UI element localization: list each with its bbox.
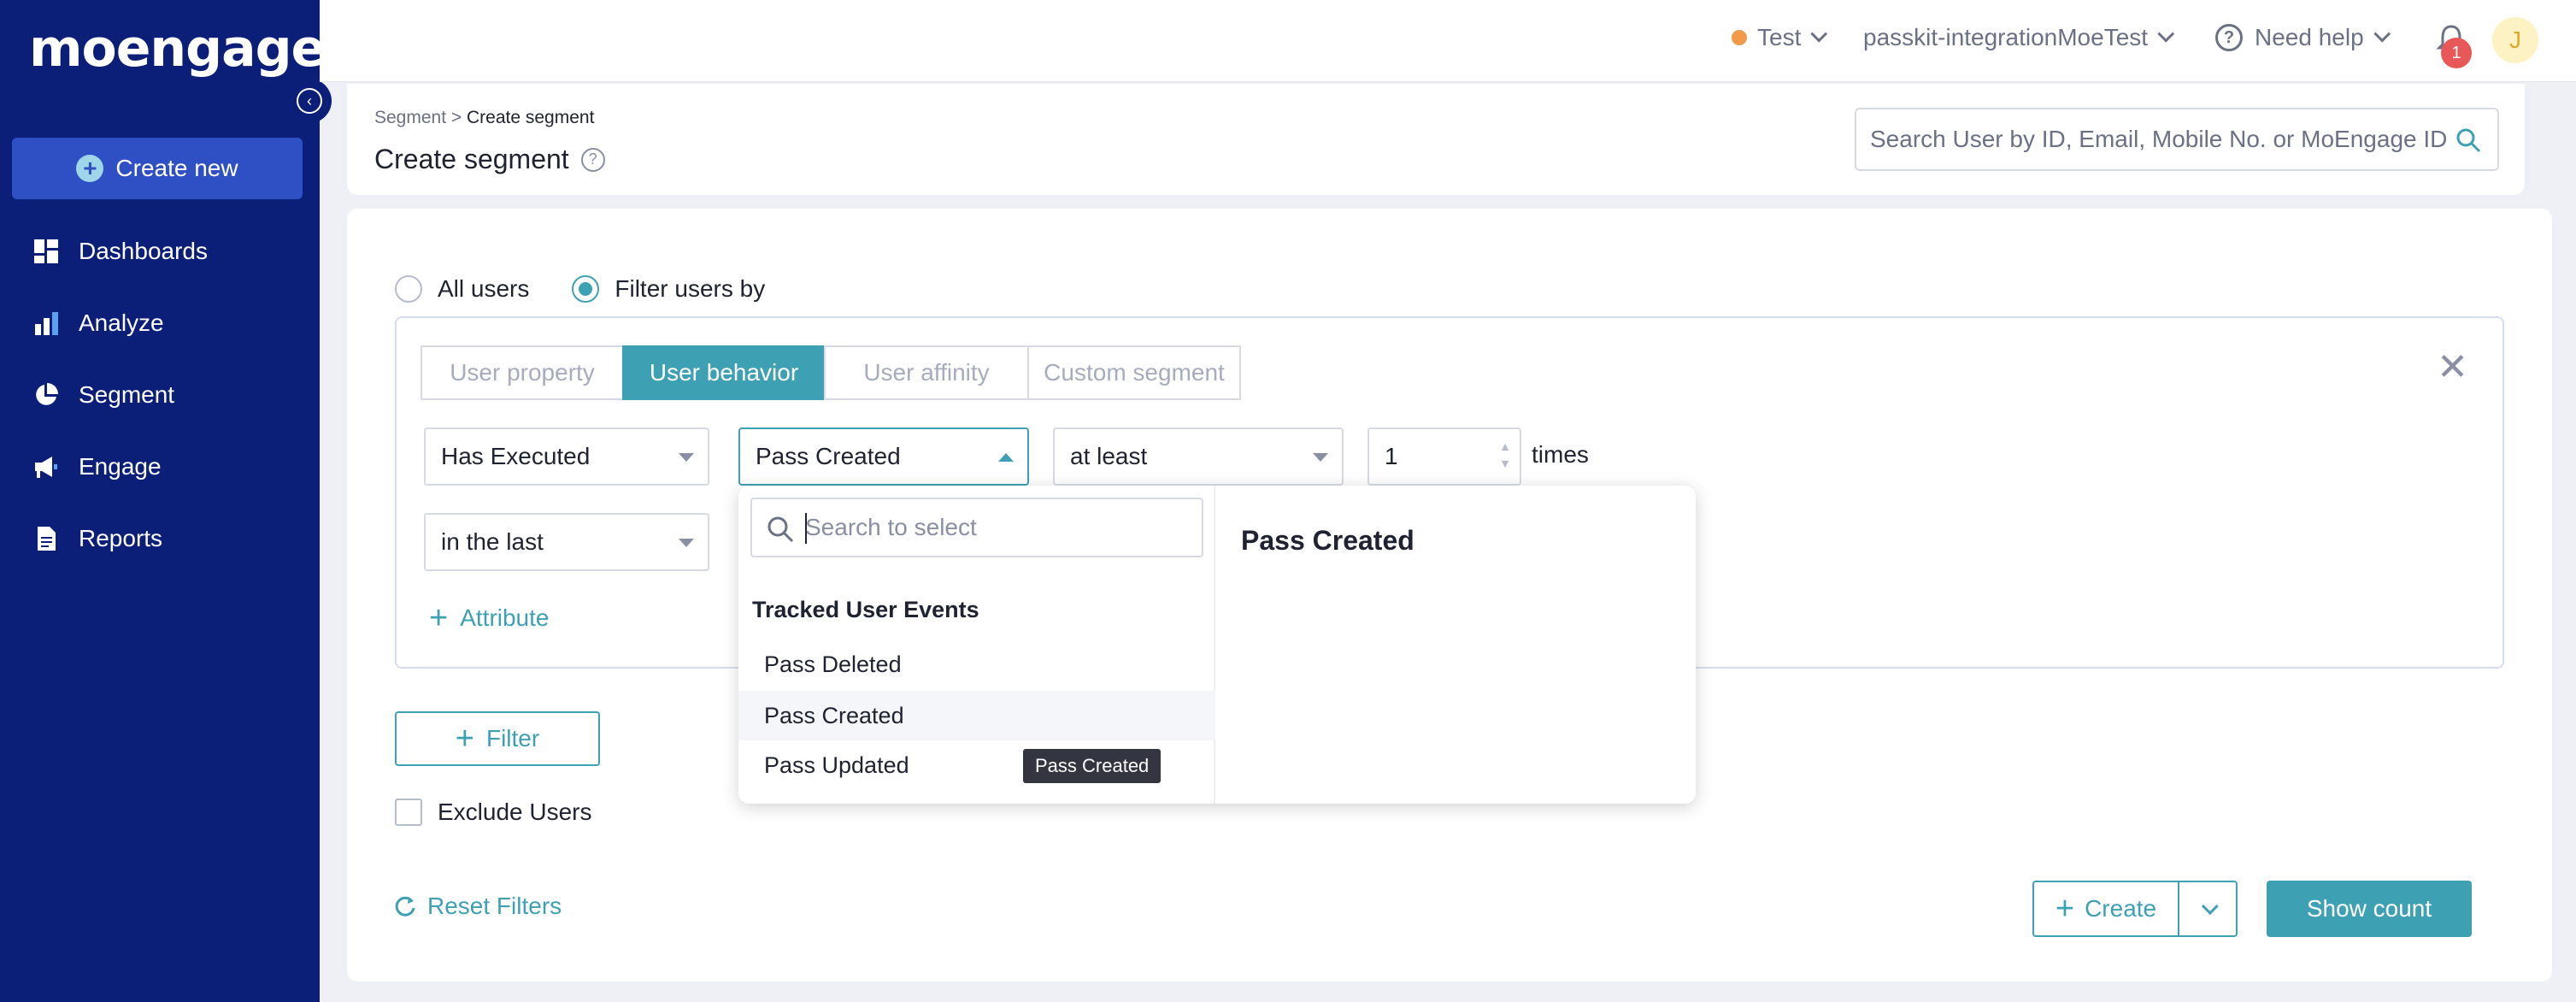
- sidebar-item-label: Segment: [79, 381, 175, 408]
- exclude-users-option[interactable]: Exclude Users: [395, 799, 592, 826]
- tab-user-behavior[interactable]: User behavior: [622, 345, 826, 400]
- search-icon: [768, 516, 794, 543]
- time-window-value: in the last: [441, 528, 544, 555]
- dashboard-icon: [32, 238, 60, 265]
- plus-circle-icon: +: [76, 155, 104, 182]
- need-help-menu[interactable]: ? Need help: [2215, 24, 2391, 51]
- collapse-sidebar-button[interactable]: ‹: [287, 79, 332, 123]
- condition-select[interactable]: Has Executed: [424, 427, 709, 486]
- tab-user-property[interactable]: User property: [421, 345, 624, 400]
- add-attribute-link[interactable]: + Attribute: [429, 602, 549, 634]
- exclude-users-checkbox[interactable]: [395, 799, 422, 826]
- plus-icon: +: [429, 600, 449, 636]
- sidebar-item-analyze[interactable]: Analyze: [32, 309, 164, 337]
- page-title-text: Create segment: [374, 144, 569, 174]
- environment-selector[interactable]: Test: [1732, 24, 1828, 51]
- moengage-logo[interactable]: moengage: [29, 19, 326, 79]
- time-window-select[interactable]: in the last: [424, 513, 709, 571]
- document-icon: [32, 525, 60, 552]
- pie-chart-icon: [32, 381, 60, 409]
- radio-filter-users[interactable]: [572, 275, 600, 303]
- caret-down-icon: [679, 539, 694, 547]
- reset-filters-link[interactable]: Reset Filters: [393, 893, 562, 920]
- chevron-down-icon: [2201, 898, 2219, 916]
- event-dropdown-menu: Search to select Tracked User Events Pas…: [738, 486, 1696, 804]
- create-new-label: Create new: [115, 155, 238, 181]
- question-icon[interactable]: ?: [580, 147, 605, 172]
- event-search-input[interactable]: Search to select: [750, 498, 1203, 557]
- reset-filters-label: Reset Filters: [427, 893, 562, 919]
- radio-all-users-label[interactable]: All users: [438, 275, 529, 303]
- add-filter-label: Filter: [485, 725, 540, 752]
- breadcrumb-current: Create segment: [467, 108, 595, 127]
- count-stepper[interactable]: 1 ▲ ▼: [1367, 427, 1521, 486]
- need-help-label: Need help: [2255, 24, 2364, 50]
- event-search-placeholder: Search to select: [805, 514, 977, 540]
- sidebar-item-reports[interactable]: Reports: [32, 525, 162, 552]
- workspace-selector[interactable]: passkit-integrationMoeTest: [1863, 24, 2175, 51]
- dropdown-item-pass-created[interactable]: Pass Created: [738, 691, 1215, 740]
- exclude-users-label: Exclude Users: [438, 799, 592, 825]
- frequency-select[interactable]: at least: [1053, 427, 1344, 486]
- refresh-icon: [395, 896, 415, 917]
- notification-badge: 1: [2441, 38, 2472, 68]
- search-user-placeholder: Search User by ID, Email, Mobile No. or …: [1870, 126, 2448, 152]
- create-new-button[interactable]: + Create new: [12, 138, 303, 199]
- sidebar: moengage ‹ + Create new Dashboards Analy…: [0, 0, 332, 1002]
- sidebar-item-dashboards[interactable]: Dashboards: [32, 238, 208, 265]
- plus-icon: +: [455, 721, 474, 757]
- dropdown-group-label: Tracked User Events: [752, 597, 979, 622]
- times-label: times: [1532, 441, 1589, 468]
- caret-down-icon: [1313, 453, 1328, 462]
- search-icon[interactable]: [2455, 127, 2482, 154]
- sidebar-item-label: Analyze: [79, 309, 164, 336]
- filter-type-tabs: User property User behavior User affinit…: [421, 345, 1241, 400]
- page-header: Segment > Create segment Create segment …: [347, 84, 2525, 195]
- count-value: 1: [1385, 443, 1398, 469]
- radio-filter-users-label[interactable]: Filter users by: [615, 275, 765, 303]
- sidebar-item-label: Engage: [79, 453, 162, 480]
- frequency-value: at least: [1070, 443, 1148, 469]
- radio-all-users[interactable]: [395, 275, 422, 303]
- event-select[interactable]: Pass Created: [738, 427, 1029, 486]
- dropdown-item-pass-deleted[interactable]: Pass Deleted: [738, 640, 1215, 689]
- workspace-label: passkit-integrationMoeTest: [1863, 24, 2149, 50]
- bar-chart-icon: [32, 309, 60, 337]
- sidebar-item-engage[interactable]: Engage: [32, 453, 162, 480]
- create-options-dropdown[interactable]: [2179, 882, 2236, 935]
- breadcrumb: Segment > Create segment: [374, 108, 594, 128]
- text-cursor: [805, 513, 807, 544]
- megaphone-icon: [32, 453, 60, 480]
- show-count-button[interactable]: Show count: [2267, 881, 2472, 937]
- plus-icon: +: [2055, 891, 2075, 927]
- add-attribute-label: Attribute: [460, 604, 550, 631]
- close-icon[interactable]: ✕: [2437, 349, 2468, 386]
- audience-radio-group: All users Filter users by: [395, 275, 765, 303]
- condition-value: Has Executed: [441, 443, 591, 469]
- caret-up-icon: [998, 453, 1014, 462]
- tab-custom-segment[interactable]: Custom segment: [1027, 345, 1241, 400]
- stepper-arrows-icon[interactable]: ▲ ▼: [1499, 438, 1511, 472]
- event-value: Pass Created: [756, 443, 901, 469]
- event-preview-title: Pass Created: [1241, 525, 1414, 556]
- create-label: Create: [2085, 895, 2157, 922]
- search-user-input[interactable]: Search User by ID, Email, Mobile No. or …: [1855, 108, 2499, 171]
- add-filter-button[interactable]: + Filter: [395, 711, 600, 766]
- avatar[interactable]: J: [2492, 17, 2538, 63]
- tooltip: Pass Created: [1023, 749, 1162, 783]
- create-button[interactable]: + Create: [2034, 882, 2179, 935]
- create-split-button: + Create: [2032, 881, 2238, 937]
- sidebar-item-segment[interactable]: Segment: [32, 381, 174, 409]
- caret-down-icon: [679, 453, 694, 462]
- page-title: Create segment ?: [374, 144, 605, 175]
- breadcrumb-root[interactable]: Segment >: [374, 108, 462, 127]
- environment-label: Test: [1757, 24, 1802, 50]
- help-icon: ?: [2215, 24, 2243, 51]
- sidebar-item-label: Reports: [79, 525, 163, 551]
- chevron-left-icon: ‹: [297, 88, 322, 114]
- sidebar-item-label: Dashboards: [79, 238, 208, 264]
- tab-user-affinity[interactable]: User affinity: [824, 345, 1029, 400]
- environment-status-dot: [1732, 30, 1747, 45]
